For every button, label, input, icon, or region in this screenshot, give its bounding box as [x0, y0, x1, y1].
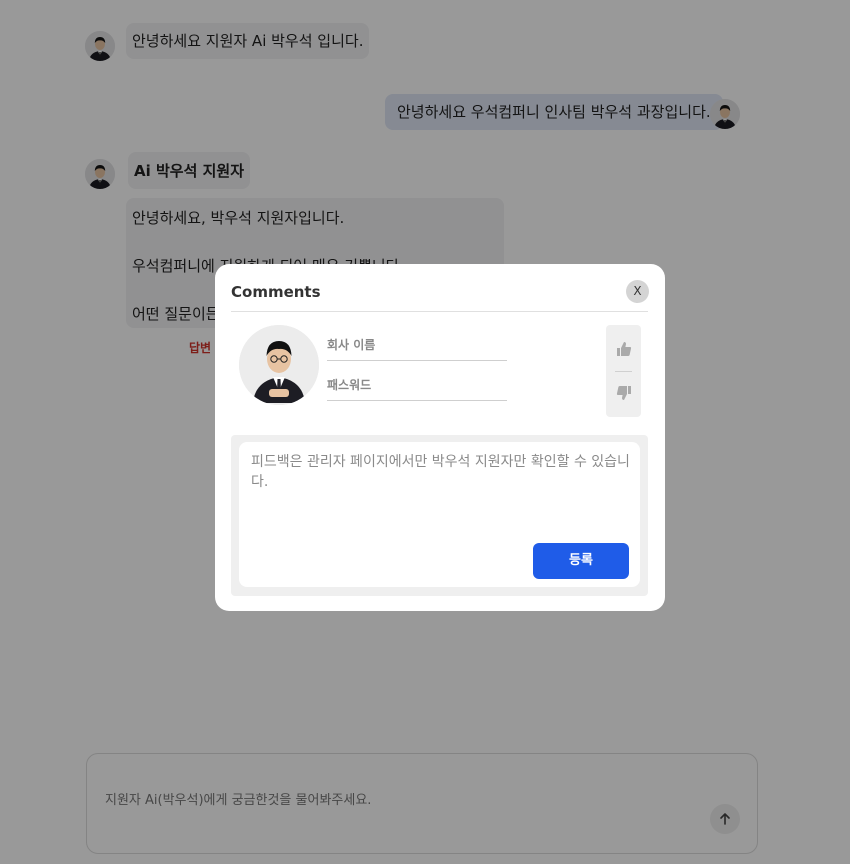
- thumbs-down-icon: [616, 386, 631, 400]
- company-name-field[interactable]: [327, 330, 507, 361]
- password-field[interactable]: [327, 370, 507, 401]
- comments-modal: Comments X 회사 이름 피드백은 관리자 페이지에서만 박우석 지원자…: [215, 264, 665, 611]
- vote-divider: [615, 371, 632, 372]
- vote-box: [606, 325, 641, 417]
- feedback-area: 등록: [231, 435, 648, 596]
- close-button[interactable]: X: [626, 280, 649, 303]
- submit-button[interactable]: 등록: [533, 543, 629, 579]
- modal-title: Comments: [231, 283, 321, 301]
- thumbs-up-icon: [617, 342, 632, 356]
- person-icon: [239, 325, 319, 405]
- feedback-textarea[interactable]: [251, 452, 631, 532]
- dislike-button[interactable]: [615, 384, 633, 402]
- feedback-box: 등록: [239, 442, 640, 587]
- like-button[interactable]: [615, 340, 633, 358]
- divider: [231, 311, 648, 312]
- applicant-avatar: [239, 325, 319, 405]
